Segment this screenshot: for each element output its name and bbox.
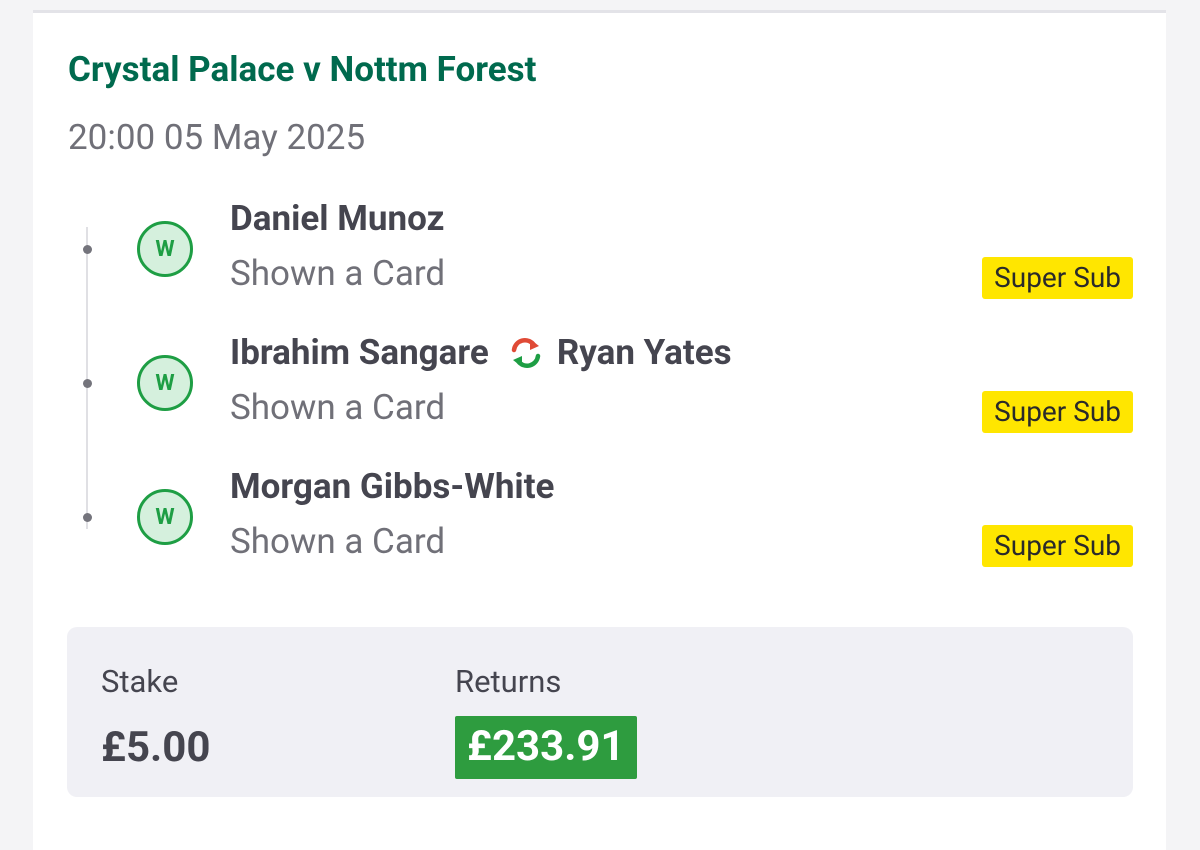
bet-leg: W Daniel Munoz Shown a Card Super Sub — [33, 198, 1166, 333]
leg-market: Shown a Card — [230, 387, 446, 428]
bet-leg: W Morgan Gibbs-White Shown a Card Super … — [33, 466, 1166, 601]
super-sub-badge: Super Sub — [982, 257, 1133, 299]
leg-player-name: Morgan Gibbs-White — [230, 466, 554, 507]
win-result-icon: W — [137, 355, 193, 411]
match-title[interactable]: Crystal Palace v Nottm Forest — [68, 49, 536, 90]
bet-card: Crystal Palace v Nottm Forest 20:00 05 M… — [33, 10, 1166, 850]
leg-player-name: Ibrahim Sangare Ryan Yates — [230, 332, 732, 373]
bet-summary: Stake £5.00 Returns £233.91 — [67, 627, 1133, 797]
returns-label: Returns — [455, 663, 562, 700]
super-sub-badge: Super Sub — [982, 525, 1133, 567]
bet-leg: W Ibrahim Sangare Ryan Yates Shown a Car… — [33, 332, 1166, 467]
leg-market: Shown a Card — [230, 521, 446, 562]
stake-label: Stake — [101, 663, 179, 700]
win-result-icon: W — [137, 489, 193, 545]
leg-player-name: Daniel Munoz — [230, 198, 444, 239]
super-sub-badge: Super Sub — [982, 391, 1133, 433]
win-result-icon: W — [137, 221, 193, 277]
returns-value: £233.91 — [455, 716, 637, 779]
player-name: Ibrahim Sangare — [230, 332, 489, 373]
match-datetime: 20:00 05 May 2025 — [68, 117, 366, 158]
player-name: Morgan Gibbs-White — [230, 466, 555, 507]
stake-value: £5.00 — [101, 723, 211, 772]
substitution-arrows-icon — [511, 337, 541, 368]
substitute-player-name: Ryan Yates — [556, 332, 732, 373]
leg-market: Shown a Card — [230, 253, 446, 294]
player-name: Daniel Munoz — [230, 198, 445, 239]
